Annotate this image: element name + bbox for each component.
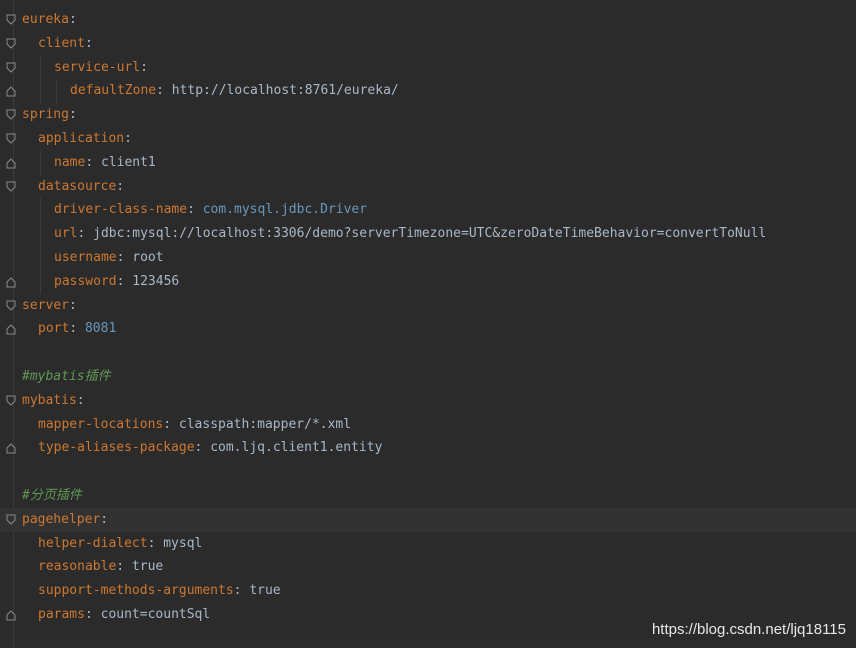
yaml-key: client <box>38 35 85 51</box>
fold-open-icon[interactable] <box>6 395 16 407</box>
fold-end-icon[interactable] <box>6 442 16 454</box>
code-line[interactable]: password: 123456 <box>0 269 856 294</box>
code-line[interactable]: username: root <box>0 245 856 270</box>
fold-end-icon[interactable] <box>6 609 16 621</box>
fold-open-icon[interactable] <box>6 514 16 526</box>
fold-end-icon[interactable] <box>6 157 16 169</box>
yaml-key: port <box>38 321 70 337</box>
yaml-value: true <box>131 559 164 575</box>
code-line[interactable]: client: <box>0 32 856 56</box>
yaml-comment: #分页插件 <box>22 487 82 503</box>
code-line[interactable]: driver-class-name: com.mysql.jdbc.Driver <box>0 198 856 223</box>
yaml-key: support-methods-arguments <box>38 583 234 599</box>
fold-open-icon[interactable] <box>6 38 16 50</box>
yaml-key: pagehelper <box>22 511 101 527</box>
yaml-editor[interactable]: eureka: client: service-url: defaultZone… <box>0 0 856 648</box>
yaml-key: datasource <box>38 178 117 194</box>
watermark-text: https://blog.csdn.net/ljq18115 <box>651 621 846 638</box>
fold-open-icon[interactable] <box>6 300 16 312</box>
yaml-value: count=countSql <box>100 606 211 622</box>
code-line[interactable]: helper-dialect: mysql <box>0 532 856 556</box>
yaml-value: true <box>249 583 281 599</box>
yaml-key: defaultZone <box>70 83 157 99</box>
code-line[interactable]: name: client1 <box>0 150 856 175</box>
yaml-value: root <box>132 249 164 265</box>
code-line[interactable]: spring: <box>0 103 856 127</box>
code-line[interactable]: port: 8081 <box>0 317 856 341</box>
yaml-key: reasonable <box>38 559 117 575</box>
code-line[interactable]: reasonable: true <box>0 555 856 579</box>
yaml-value: mysql <box>163 535 203 551</box>
yaml-key: mapper-locations <box>38 416 164 432</box>
yaml-value: http://localhost:8761/eureka/ <box>171 83 399 99</box>
fold-end-icon[interactable] <box>6 276 16 288</box>
code-line[interactable]: #分页插件 <box>0 484 856 508</box>
code-line[interactable] <box>0 460 856 484</box>
yaml-key: url <box>54 226 78 242</box>
yaml-value: com.mysql.jdbc.Driver <box>202 202 368 218</box>
fold-open-icon[interactable] <box>6 14 16 26</box>
yaml-key: spring <box>22 107 69 123</box>
fold-open-icon[interactable] <box>6 109 16 121</box>
yaml-key: password <box>54 273 117 289</box>
code-line[interactable]: service-url: <box>0 55 856 80</box>
code-line[interactable]: type-aliases-package: com.ljq.client1.en… <box>0 436 856 460</box>
yaml-key: params <box>38 606 85 622</box>
yaml-key: name <box>54 154 86 170</box>
code-line[interactable]: #mybatis插件 <box>0 365 856 389</box>
yaml-value: client1 <box>100 154 156 170</box>
yaml-comment: #mybatis插件 <box>22 368 111 384</box>
code-area[interactable]: eureka: client: service-url: defaultZone… <box>0 8 856 627</box>
code-line[interactable]: server: <box>0 294 856 318</box>
code-line[interactable]: mapper-locations: classpath:mapper/*.xml <box>0 413 856 437</box>
yaml-value: com.ljq.client1.entity <box>210 440 383 456</box>
yaml-key: mybatis <box>22 392 77 408</box>
code-line[interactable]: support-methods-arguments: true <box>0 579 856 603</box>
code-line[interactable]: eureka: <box>0 8 856 32</box>
fold-open-icon[interactable] <box>6 133 16 145</box>
fold-end-icon[interactable] <box>6 323 16 335</box>
current-code-line[interactable]: pagehelper: <box>0 507 856 532</box>
code-line[interactable]: defaultZone: http://localhost:8761/eurek… <box>0 79 856 104</box>
yaml-value: 123456 <box>132 273 180 289</box>
code-line[interactable]: url: jdbc:mysql://localhost:3306/demo?se… <box>0 222 856 246</box>
yaml-key: server <box>22 297 69 313</box>
fold-end-icon[interactable] <box>6 85 16 97</box>
yaml-key: application <box>38 130 125 146</box>
code-line[interactable]: datasource: <box>0 175 856 199</box>
code-line[interactable]: application: <box>0 127 856 151</box>
yaml-key: type-aliases-package <box>38 440 195 456</box>
yaml-key: driver-class-name <box>54 202 188 218</box>
yaml-key: username <box>54 249 117 265</box>
yaml-value: classpath:mapper/*.xml <box>178 416 352 432</box>
fold-open-icon[interactable] <box>6 62 16 74</box>
yaml-key: service-url <box>54 59 141 75</box>
yaml-value: 8081 <box>84 321 117 337</box>
code-line[interactable] <box>0 341 856 365</box>
yaml-key: helper-dialect <box>38 535 148 551</box>
yaml-key: eureka <box>22 12 69 27</box>
code-line[interactable]: mybatis: <box>0 389 856 413</box>
fold-open-icon[interactable] <box>6 181 16 193</box>
yaml-value: jdbc:mysql://localhost:3306/demo?serverT… <box>93 226 767 242</box>
